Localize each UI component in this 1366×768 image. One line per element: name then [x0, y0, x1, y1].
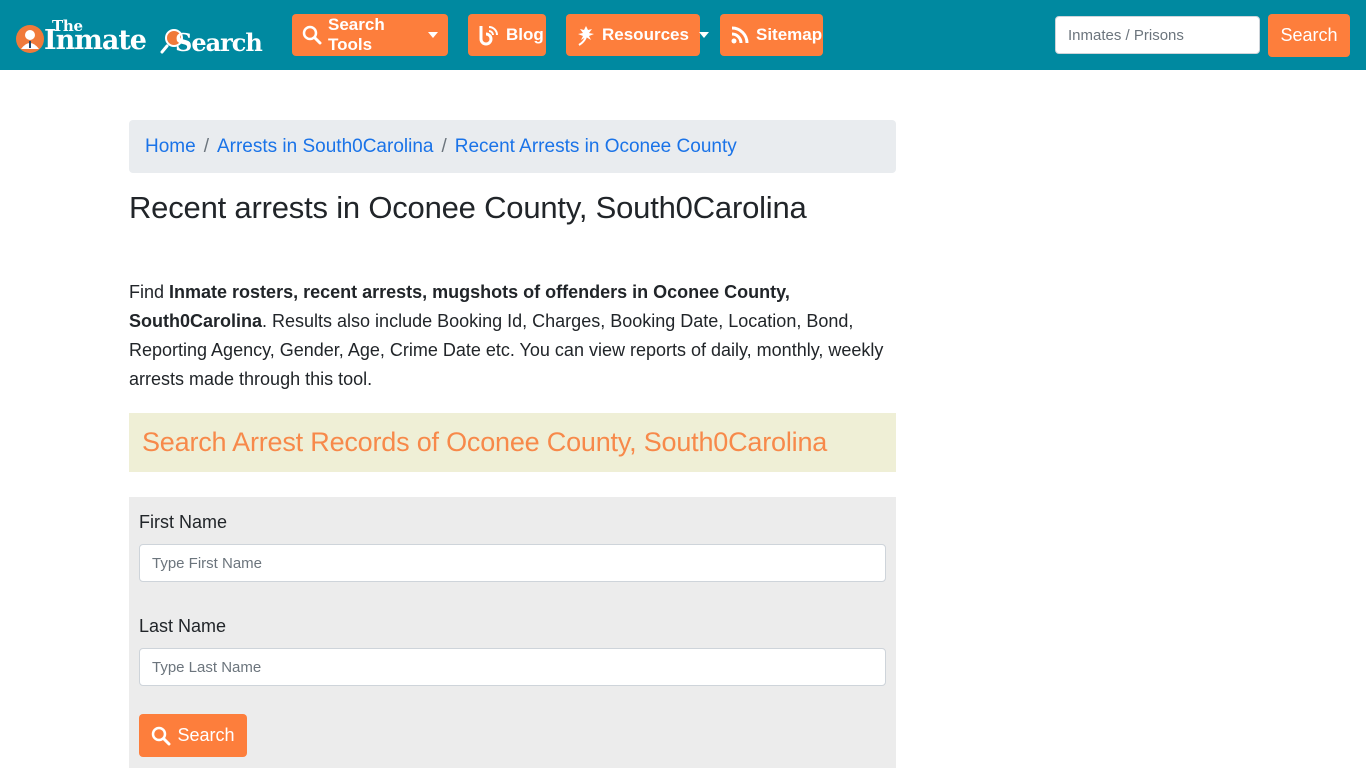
last-name-label: Last Name: [139, 616, 227, 636]
search-heading: Search Arrest Records of Oconee County, …: [142, 427, 828, 457]
first-name-label: First Name: [139, 512, 228, 532]
nav-blog-link[interactable]: Blog: [468, 14, 546, 56]
nav-blog-label: Blog: [506, 25, 544, 44]
nav-search-tools-dropdown[interactable]: Search Tools: [292, 14, 448, 56]
last-name-input[interactable]: [139, 648, 886, 686]
nav-resources-dropdown[interactable]: Resources: [566, 14, 709, 56]
nav-search-tools-label: Search Tools: [328, 15, 385, 54]
search-icon: [152, 726, 171, 745]
inmate-avatar-icon: [16, 25, 44, 53]
top-search-button[interactable]: Search: [1268, 14, 1350, 57]
logo-text-inmate: Inmate: [44, 25, 147, 56]
site-logo[interactable]: The Inmate Search: [14, 14, 269, 58]
search-submit-button[interactable]: Search: [139, 714, 247, 757]
nav-sitemap-link[interactable]: Sitemap: [720, 14, 823, 56]
leaf-icon: [578, 26, 594, 46]
nav-sitemap-label: Sitemap: [756, 25, 823, 44]
breadcrumb-separator: /: [441, 135, 447, 157]
breadcrumb-state-arrests[interactable]: Arrests in South0Carolina: [217, 136, 434, 158]
first-name-input[interactable]: [139, 544, 886, 582]
intro-prefix: Find: [129, 282, 170, 302]
breadcrumb-separator: /: [203, 135, 209, 157]
caret-down-icon: [428, 32, 438, 38]
blog-feed-icon: [479, 26, 498, 46]
logo-text-search: Search: [175, 28, 263, 57]
breadcrumb: Home / Arrests in South0Carolina / Recen…: [129, 120, 896, 173]
page-title: Recent arrests in Oconee County, South0C…: [129, 190, 807, 225]
breadcrumb-county-arrests[interactable]: Recent Arrests in Oconee County: [455, 136, 737, 158]
search-heading-box: Search Arrest Records of Oconee County, …: [129, 413, 896, 472]
nav-resources-label: Resources: [602, 25, 689, 44]
intro-paragraph: Find Inmate rosters, recent arrests, mug…: [129, 278, 899, 394]
navbar: The Inmate Search Search Tools Blog Reso…: [0, 0, 1366, 70]
top-search-input[interactable]: [1055, 16, 1260, 54]
search-submit-label: Search: [177, 725, 235, 745]
rss-icon: [731, 26, 749, 44]
breadcrumb-home[interactable]: Home: [145, 136, 196, 158]
arrest-search-form: First Name Last Name Search: [129, 497, 896, 768]
search-icon: [302, 25, 322, 45]
caret-down-icon: [698, 32, 709, 38]
